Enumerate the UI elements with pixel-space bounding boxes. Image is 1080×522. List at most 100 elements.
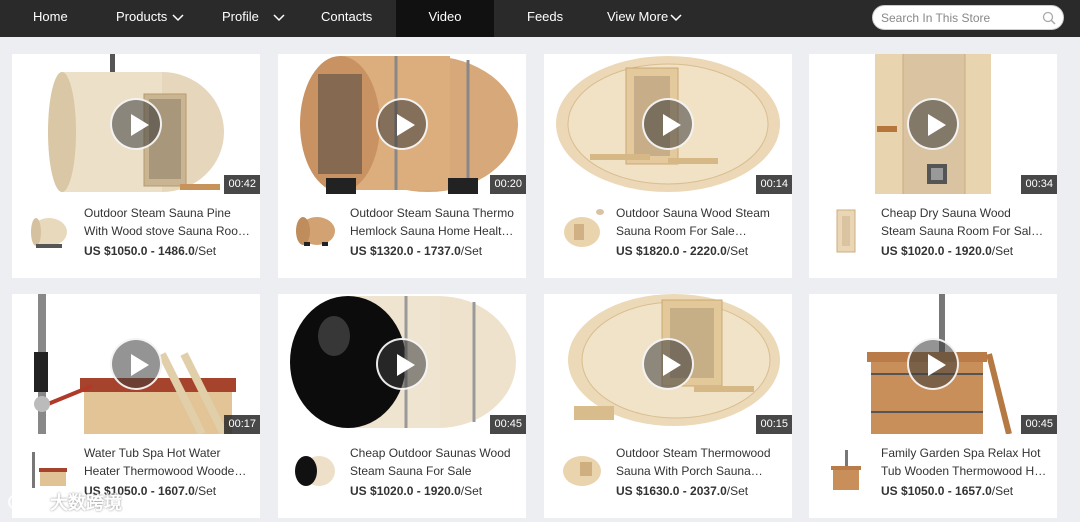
video-card[interactable]: 00:34 Cheap Dry Sauna Wood Steam Sauna R… <box>809 54 1057 278</box>
nav-feeds[interactable]: Feeds <box>527 0 563 37</box>
video-thumbnail[interactable]: 00:45 <box>809 294 1057 434</box>
nav-view-more[interactable]: View More <box>607 0 682 37</box>
price-range: US $1050.0 - 1657.0/Set <box>881 484 1013 498</box>
watermark-text: 大数跨境 <box>50 493 122 513</box>
play-icon[interactable] <box>376 338 428 390</box>
video-thumbnail[interactable]: 00:42 <box>12 54 260 194</box>
nav-home[interactable]: Home <box>33 0 68 37</box>
search-input[interactable] <box>881 9 1036 27</box>
price-currency: US $ <box>84 244 111 258</box>
price-unit: /Set <box>991 484 1014 498</box>
price-range: US $1320.0 - 1737.0/Set <box>350 244 482 258</box>
price-unit: /Set <box>726 244 749 258</box>
video-card[interactable]: 00:20 Outdoor Steam Sauna Thermo Hemlock… <box>278 54 526 278</box>
video-duration: 00:17 <box>224 415 260 434</box>
price-values: 1020.0 - 1920.0 <box>376 484 461 498</box>
price-values: 1630.0 - 2037.0 <box>642 484 727 498</box>
nav-contacts-label: Contacts <box>321 9 373 24</box>
product-thumbnail[interactable] <box>26 208 72 254</box>
video-thumbnail[interactable]: 00:14 <box>544 54 792 194</box>
play-icon[interactable] <box>110 338 162 390</box>
video-title[interactable]: Outdoor Steam Sauna Pine With Wood stove… <box>84 204 250 240</box>
nav-home-label: Home <box>33 9 68 24</box>
video-title[interactable]: Outdoor Steam Thermowood Sauna With Porc… <box>616 444 782 480</box>
nav-profile[interactable]: Profile <box>222 0 285 37</box>
video-duration: 00:45 <box>490 415 526 434</box>
video-thumbnail[interactable]: 00:15 <box>544 294 792 434</box>
price-unit: /Set <box>194 484 217 498</box>
price-unit: /Set <box>460 484 483 498</box>
video-card[interactable]: 00:17 Water Tub Spa Hot Water Heater The… <box>12 294 260 518</box>
play-icon[interactable] <box>642 338 694 390</box>
product-thumbnail[interactable] <box>823 448 869 494</box>
price-unit: /Set <box>991 244 1014 258</box>
video-duration: 00:34 <box>1021 175 1057 194</box>
watermark-logo-icon <box>8 494 38 510</box>
video-title[interactable]: Outdoor Sauna Wood Steam Sauna Room For … <box>616 204 782 240</box>
nav-view-more-label: View More <box>607 9 669 24</box>
video-title[interactable]: Outdoor Steam Sauna Thermo Hemlock Sauna… <box>350 204 516 240</box>
price-values: 1820.0 - 2220.0 <box>642 244 727 258</box>
price-range: US $1630.0 - 2037.0/Set <box>616 484 748 498</box>
price-values: 1050.0 - 1486.0 <box>110 244 195 258</box>
video-duration: 00:42 <box>224 175 260 194</box>
play-icon[interactable] <box>110 98 162 150</box>
chevron-down-icon <box>670 14 682 21</box>
video-title[interactable]: Cheap Outdoor Saunas Wood Steam Sauna Fo… <box>350 444 516 480</box>
price-currency: US $ <box>350 244 377 258</box>
video-thumbnail[interactable]: 00:20 <box>278 54 526 194</box>
video-title[interactable]: Water Tub Spa Hot Water Heater Thermowoo… <box>84 444 250 480</box>
product-thumbnail[interactable] <box>292 448 338 494</box>
video-title[interactable]: Family Garden Spa Relax Hot Tub Wooden T… <box>881 444 1047 480</box>
price-currency: US $ <box>616 244 643 258</box>
product-thumbnail[interactable] <box>558 208 604 254</box>
nav-products[interactable]: Products <box>116 0 184 37</box>
video-duration: 00:20 <box>490 175 526 194</box>
price-values: 1020.0 - 1920.0 <box>907 244 992 258</box>
play-icon[interactable] <box>907 338 959 390</box>
search-icon[interactable] <box>1042 11 1056 25</box>
nav-products-label: Products <box>116 9 168 24</box>
video-title[interactable]: Cheap Dry Sauna Wood Steam Sauna Room Fo… <box>881 204 1047 240</box>
video-card[interactable]: 00:42 Outdoor Steam Sauna Pine With Wood… <box>12 54 260 278</box>
price-unit: /Set <box>460 244 483 258</box>
top-nav: Home Products Profile Contacts Video Fee… <box>0 0 1080 37</box>
product-thumbnail[interactable] <box>558 448 604 494</box>
price-range: US $1050.0 - 1486.0/Set <box>84 244 216 258</box>
play-icon[interactable] <box>642 98 694 150</box>
chevron-down-icon <box>172 14 184 21</box>
price-range: US $1020.0 - 1920.0/Set <box>881 244 1013 258</box>
price-unit: /Set <box>194 244 217 258</box>
video-duration: 00:14 <box>756 175 792 194</box>
price-currency: US $ <box>881 244 908 258</box>
store-search-box[interactable] <box>872 5 1064 30</box>
price-range: US $1820.0 - 2220.0/Set <box>616 244 748 258</box>
nav-video[interactable]: Video <box>396 0 494 37</box>
video-duration: 00:45 <box>1021 415 1057 434</box>
product-thumbnail[interactable] <box>823 208 869 254</box>
price-currency: US $ <box>616 484 643 498</box>
video-thumbnail[interactable]: 00:34 <box>809 54 1057 194</box>
video-thumbnail[interactable]: 00:45 <box>278 294 526 434</box>
video-card[interactable]: 00:45 Cheap Outdoor Saunas Wood Steam Sa… <box>278 294 526 518</box>
play-icon[interactable] <box>907 98 959 150</box>
nav-profile-label: Profile <box>222 9 259 24</box>
play-icon[interactable] <box>376 98 428 150</box>
nav-feeds-label: Feeds <box>527 9 564 24</box>
price-values: 1320.0 - 1737.0 <box>376 244 461 258</box>
nav-contacts[interactable]: Contacts <box>321 0 372 37</box>
video-card[interactable]: 00:14 Outdoor Sauna Wood Steam Sauna Roo… <box>544 54 792 278</box>
product-thumbnail[interactable] <box>292 208 338 254</box>
video-thumbnail[interactable]: 00:17 <box>12 294 260 434</box>
nav-video-label: Video <box>428 9 462 24</box>
price-values: 1050.0 - 1607.0 <box>110 484 195 498</box>
chevron-down-icon <box>273 14 285 21</box>
price-values: 1050.0 - 1657.0 <box>907 484 992 498</box>
price-currency: US $ <box>350 484 377 498</box>
video-card[interactable]: 00:15 Outdoor Steam Thermowood Sauna Wit… <box>544 294 792 518</box>
video-duration: 00:15 <box>756 415 792 434</box>
video-card[interactable]: 00:45 Family Garden Spa Relax Hot Tub Wo… <box>809 294 1057 518</box>
price-unit: /Set <box>726 484 749 498</box>
watermark: 大数跨境 <box>6 488 122 516</box>
price-range: US $1020.0 - 1920.0/Set <box>350 484 482 498</box>
